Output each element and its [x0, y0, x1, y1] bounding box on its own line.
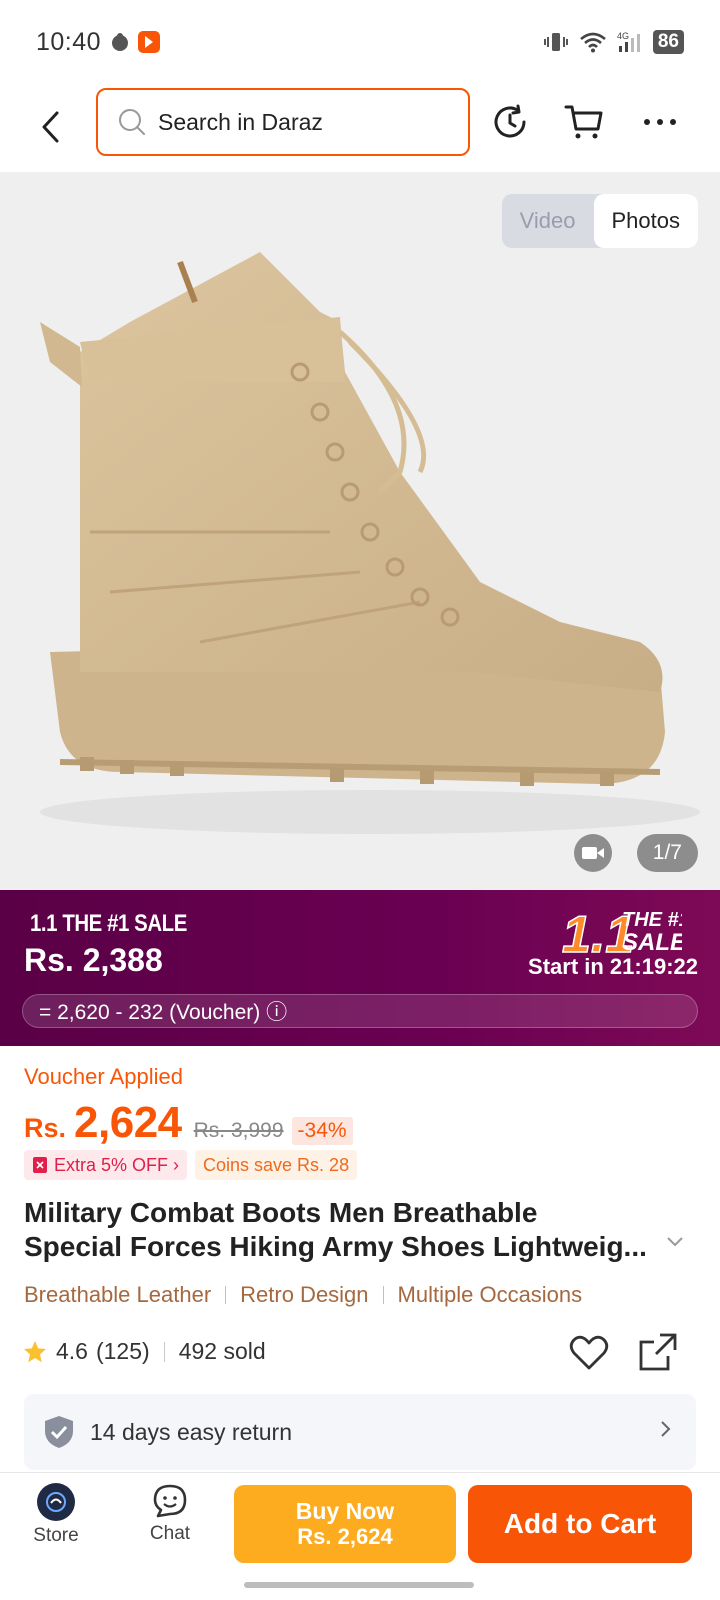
add-to-cart-button[interactable]: Add to Cart: [468, 1485, 692, 1563]
promo-row: Extra 5% OFF › Coins save Rs. 28: [24, 1150, 358, 1180]
app-badge-icon: [138, 31, 161, 53]
store-button[interactable]: Store: [16, 1483, 96, 1547]
price-row: Rs. 2,624 Rs. 3,999 -34%: [24, 1098, 353, 1148]
review-count: (125): [95, 1338, 150, 1364]
video-camera-icon: [582, 847, 604, 859]
product-image-boot: [40, 252, 700, 834]
more-button[interactable]: [638, 100, 682, 144]
extra-discount-label: Extra 5% OFF ›: [54, 1154, 180, 1175]
heart-icon: [569, 1335, 609, 1370]
history-icon: [494, 104, 526, 138]
chevron-right-icon: [661, 1421, 671, 1437]
more-dots-icon: [644, 119, 676, 125]
expand-chevron-down-icon[interactable]: [666, 1236, 684, 1248]
store-label: Store: [33, 1525, 79, 1546]
vibrate-icon: [543, 33, 568, 51]
sale-countdown: Start in 21:19:22: [528, 954, 698, 979]
chat-icon: [153, 1484, 187, 1518]
tag-item[interactable]: Multiple Occasions: [398, 1282, 583, 1308]
ticket-icon: [33, 1157, 47, 1173]
status-bar: 10:40 4G 86: [0, 0, 720, 84]
search-header: Search in Daraz: [0, 84, 720, 172]
image-counter: 1/7: [636, 834, 698, 872]
tab-video[interactable]: Video: [502, 194, 594, 248]
product-tags: Breathable Leather Retro Design Multiple…: [24, 1282, 582, 1308]
sale-logo-word: SALE: [622, 929, 682, 956]
share-icon: [639, 1333, 677, 1371]
product-title-line-1: Military Combat Boots Men Breathable: [24, 1197, 538, 1228]
star-icon: [24, 1340, 46, 1362]
tag-divider: [382, 1286, 384, 1304]
sale-banner[interactable]: 1.1 THE #1 SALE Rs. 2,388 1.1 THE #1 SAL…: [0, 890, 720, 1046]
rating-row[interactable]: 4.6 (125) 492 sold: [22, 1338, 266, 1365]
back-button[interactable]: [30, 102, 70, 152]
buy-now-button[interactable]: Buy Now Rs. 2,624: [234, 1485, 456, 1563]
product-title[interactable]: Military Combat Boots Men Breathable Spe…: [24, 1196, 664, 1264]
voucher-breakdown[interactable]: = 2,620 - 232 (Voucher) ⓘ: [22, 994, 698, 1028]
buy-now-price: Rs. 2,624: [297, 1524, 393, 1549]
chat-label: Chat: [149, 1523, 191, 1544]
product-page: 10:40 4G 86 Search in Daraz Video Photos…: [0, 0, 720, 1600]
coins-chip[interactable]: Coins save Rs. 28: [195, 1150, 358, 1180]
price-currency: Rs.: [24, 1113, 67, 1143]
wishlist-button[interactable]: [568, 1332, 610, 1374]
sale-price: Rs. 2,388: [24, 942, 163, 978]
store-logo-icon: [37, 1483, 75, 1521]
chat-button[interactable]: Chat: [130, 1483, 210, 1545]
voucher-applied-label: Voucher Applied: [24, 1064, 184, 1089]
search-placeholder: Search in Daraz: [158, 108, 323, 135]
bottom-action-bar: Store Chat Buy Now Rs. 2,624 Add to Cart: [0, 1472, 720, 1600]
back-arrow-icon: [42, 111, 59, 143]
extra-discount-chip[interactable]: Extra 5% OFF ›: [24, 1150, 188, 1180]
sale-tag: 1.1 THE #1 SALE: [30, 910, 187, 937]
search-input[interactable]: Search in Daraz: [96, 88, 470, 156]
tab-photos[interactable]: Photos: [593, 194, 698, 248]
status-time: 10:40: [36, 27, 102, 56]
product-gallery[interactable]: Video Photos 1/7: [0, 172, 720, 890]
history-button[interactable]: [488, 100, 532, 144]
tag-item[interactable]: Retro Design: [240, 1282, 368, 1308]
shield-check-icon: [45, 1416, 73, 1448]
sale-logo-subtitle: THE #1: [622, 909, 682, 931]
signal-icon: 4G: [617, 31, 640, 52]
video-play-button[interactable]: [574, 834, 612, 872]
status-right-icons: 4G 86: [543, 30, 684, 54]
sold-count: 492 sold: [178, 1338, 266, 1364]
media-toggle: Video Photos: [501, 194, 698, 248]
cart-button[interactable]: [562, 100, 606, 144]
network-type-label: 4G: [617, 31, 629, 41]
status-notification-icons: [109, 30, 161, 54]
rating-value: 4.6: [56, 1338, 88, 1364]
share-button[interactable]: [636, 1330, 680, 1374]
price-amount: 2,624: [74, 1098, 182, 1147]
original-price: Rs. 3,999: [193, 1119, 284, 1142]
search-icon: [119, 109, 145, 135]
tag-item[interactable]: Breathable Leather: [24, 1282, 211, 1308]
cart-icon: [564, 105, 603, 139]
buy-now-label: Buy Now: [295, 1498, 395, 1524]
app-notification-icon: [112, 33, 129, 51]
return-policy-card[interactable]: 14 days easy return: [24, 1394, 696, 1470]
battery-level: 86: [652, 30, 684, 54]
tag-divider: [225, 1286, 227, 1304]
wifi-icon: [580, 32, 606, 53]
home-indicator[interactable]: [244, 1582, 474, 1588]
rating-divider: [163, 1341, 165, 1362]
return-policy-text: 14 days easy return: [90, 1418, 293, 1445]
discount-badge: -34%: [291, 1117, 353, 1145]
product-title-line-2: Special Forces Hiking Army Shoes Lightwe…: [24, 1231, 647, 1262]
